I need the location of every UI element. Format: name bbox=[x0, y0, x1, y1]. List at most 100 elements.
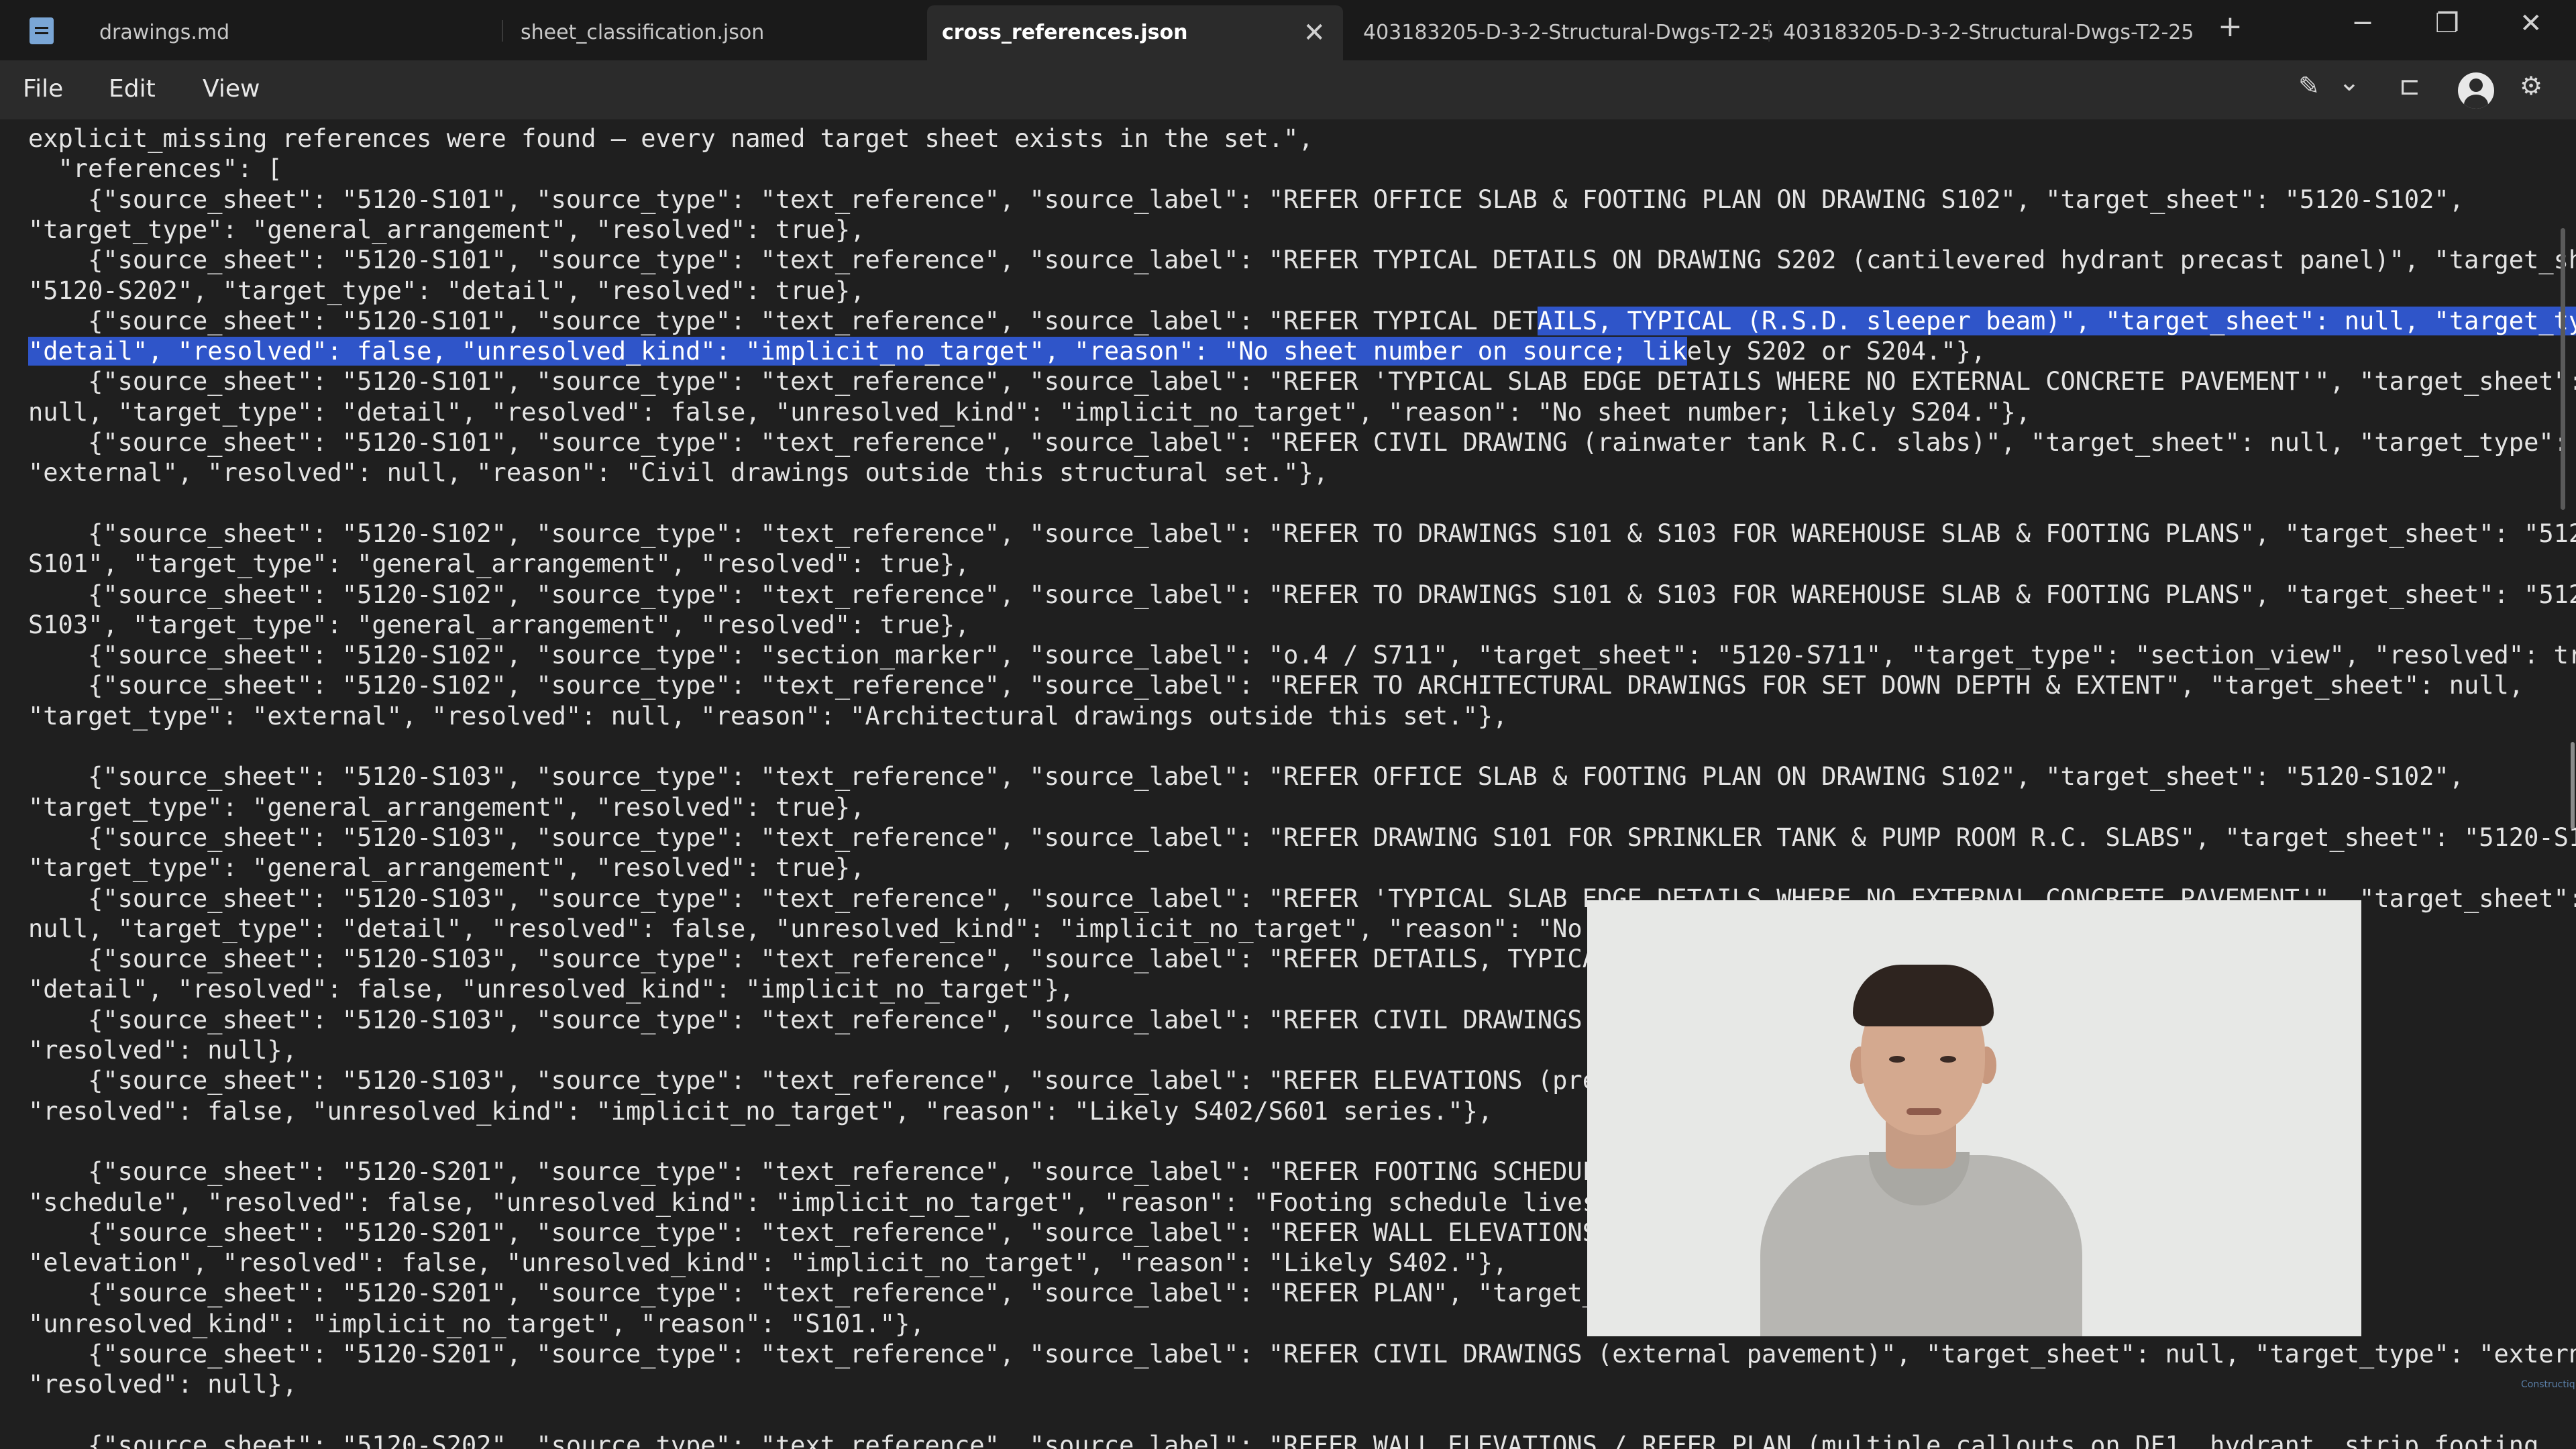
notepad-window: drawings.md sheet_classification.json cr… bbox=[0, 0, 2576, 1449]
code-line[interactable]: {"source_sheet": "5120-S102", "source_ty… bbox=[28, 519, 2576, 549]
code-text: "resolved": false, "unresolved_kind": "i… bbox=[28, 1096, 1493, 1126]
code-text: {"source_sheet": "5120-S103", "source_ty… bbox=[28, 762, 2464, 792]
code-text: "elevation", "resolved": false, "unresol… bbox=[28, 1248, 1508, 1278]
code-text: {"source_sheet": "5120-S201", "source_ty… bbox=[28, 1340, 2576, 1368]
code-line[interactable]: {"source_sheet": "5120-S101", "source_ty… bbox=[28, 366, 2576, 396]
code-text: "resolved": null}, bbox=[28, 1370, 297, 1399]
notepad-icon bbox=[30, 17, 54, 44]
code-text: "5120-S202", "target_type": "detail", "r… bbox=[28, 276, 865, 305]
code-line[interactable]: {"source_sheet": "5120-S101", "source_ty… bbox=[28, 427, 2569, 458]
code-text: "target_type": "external", "resolved": n… bbox=[28, 701, 1508, 731]
code-text: {"source_sheet": "5120-S102", "source_ty… bbox=[28, 641, 2576, 670]
minimize-icon[interactable]: ─ bbox=[2355, 8, 2371, 39]
tab-label: sheet_classification.json bbox=[521, 21, 765, 44]
maximize-icon[interactable]: ❐ bbox=[2435, 8, 2459, 39]
code-text: "target_type": "general_arrangement", "r… bbox=[28, 853, 865, 883]
presenter-mouth bbox=[1907, 1108, 1941, 1115]
tab-structural-dwgs-1[interactable]: 403183205-D-3-2-Structural-Dwgs-T2-25 bbox=[1348, 5, 1774, 60]
tab-cross-references[interactable]: cross_references.json ✕ bbox=[927, 5, 1343, 60]
share-icon[interactable]: ⊏ bbox=[2399, 71, 2420, 101]
menu-edit[interactable]: Edit bbox=[109, 75, 156, 103]
scroll-edge-indicator bbox=[2571, 742, 2575, 829]
pen-icon[interactable]: ✎ bbox=[2298, 71, 2320, 101]
code-line[interactable]: null, "target_type": "detail", "resolved… bbox=[28, 914, 1657, 944]
tab-label: cross_references.json bbox=[942, 21, 1188, 44]
tab-structural-dwgs-2[interactable]: 403183205-D-3-2-Structural-Dwgs-T2-25 bbox=[1768, 5, 2194, 60]
code-text: {"source_sheet": "5120-S102", "source_ty… bbox=[28, 671, 2524, 700]
code-line[interactable]: "target_type": "general_arrangement", "r… bbox=[28, 853, 865, 883]
code-text: {"source_sheet": "5120-S101", "source_ty… bbox=[28, 306, 1538, 335]
menu-bar: File Edit View bbox=[0, 60, 2576, 119]
code-text: "unresolved_kind": "implicit_no_target",… bbox=[28, 1309, 925, 1338]
code-line[interactable]: explicit_missing references were found —… bbox=[28, 123, 1313, 154]
code-line[interactable]: {"source_sheet": "5120-S103", "source_ty… bbox=[28, 822, 2576, 853]
tab-separator bbox=[502, 20, 503, 42]
tab-sheet-classification[interactable]: sheet_classification.json bbox=[506, 5, 922, 60]
selected-text: AILS, TYPICAL (R.S.D. sleeper beam)", "t… bbox=[1537, 306, 2576, 335]
code-text: "references": [ bbox=[28, 154, 282, 184]
code-line[interactable]: "elevation", "resolved": false, "unresol… bbox=[28, 1248, 1507, 1278]
tab-label: 403183205-D-3-2-Structural-Dwgs-T2-25 bbox=[1783, 21, 2194, 44]
code-text: "resolved": null}, bbox=[28, 1036, 297, 1065]
code-text: {"source_sheet": "5120-S101", "source_ty… bbox=[28, 428, 2569, 457]
code-line[interactable]: "detail", "resolved": false, "unresolved… bbox=[28, 336, 1986, 366]
code-line[interactable]: {"source_sheet": "5120-S101", "source_ty… bbox=[28, 245, 2576, 275]
code-line[interactable]: "detail", "resolved": false, "unresolved… bbox=[28, 974, 1074, 1004]
code-line[interactable]: S101", "target_type": "general_arrangeme… bbox=[28, 549, 969, 579]
close-icon[interactable]: ✕ bbox=[1303, 5, 1326, 60]
code-text: {"source_sheet": "5120-S102", "source_ty… bbox=[28, 580, 2576, 609]
code-text: "schedule", "resolved": false, "unresolv… bbox=[28, 1187, 1642, 1217]
code-line[interactable]: "target_type": "general_arrangement", "r… bbox=[28, 215, 865, 245]
code-text: {"source_sheet": "5120-S103", "source_ty… bbox=[28, 822, 2576, 852]
code-text: {"source_sheet": "5120-S101", "source_ty… bbox=[28, 184, 2464, 214]
code-line[interactable]: {"source_sheet": "5120-S201", "source_ty… bbox=[28, 1339, 2576, 1369]
code-text: S101", "target_type": "general_arrangeme… bbox=[28, 549, 970, 579]
code-line[interactable]: "target_type": "external", "resolved": n… bbox=[28, 701, 1507, 731]
tab-label: drawings.md bbox=[99, 21, 230, 44]
code-line[interactable]: {"source_sheet": "5120-S101", "source_ty… bbox=[28, 184, 2464, 215]
presenter-eye bbox=[1889, 1056, 1905, 1063]
code-line[interactable]: {"source_sheet": "5120-S103", "source_ty… bbox=[28, 761, 2464, 792]
code-text: {"source_sheet": "5120-S202", "source_ty… bbox=[28, 1430, 2539, 1449]
chevron-down-icon[interactable]: ⌄ bbox=[2339, 67, 2360, 97]
code-line[interactable]: "target_type": "general_arrangement", "r… bbox=[28, 792, 865, 822]
code-text: S103", "target_type": "general_arrangeme… bbox=[28, 610, 970, 639]
watermark-logo: Constructiq bbox=[2521, 1379, 2575, 1390]
code-line[interactable]: {"source_sheet": "5120-S202", "source_ty… bbox=[28, 1430, 2538, 1449]
code-line[interactable]: "resolved": false, "unresolved_kind": "i… bbox=[28, 1096, 1493, 1126]
code-line[interactable]: S103", "target_type": "general_arrangeme… bbox=[28, 610, 969, 640]
code-line[interactable]: "schedule", "resolved": false, "unresolv… bbox=[28, 1187, 1642, 1218]
menu-file[interactable]: File bbox=[23, 75, 63, 103]
code-line[interactable]: {"source_sheet": "5120-S102", "source_ty… bbox=[28, 670, 2524, 700]
code-line[interactable]: {"source_sheet": "5120-S102", "source_ty… bbox=[28, 580, 2576, 610]
selected-text: "detail", "resolved": false, "unresolved… bbox=[28, 337, 1687, 366]
code-text: {"source_sheet": "5120-S101", "source_ty… bbox=[28, 367, 2576, 396]
code-line[interactable]: null, "target_type": "detail", "resolved… bbox=[28, 397, 2031, 427]
code-line[interactable]: "external", "resolved": null, "reason": … bbox=[28, 458, 1328, 488]
plus-icon[interactable]: + bbox=[2218, 9, 2243, 44]
menu-view[interactable]: View bbox=[203, 75, 260, 103]
code-text: explicit_missing references were found —… bbox=[28, 124, 1313, 153]
code-text: {"source_sheet": "5120-S102", "source_ty… bbox=[28, 519, 2576, 548]
code-line[interactable]: "5120-S202", "target_type": "detail", "r… bbox=[28, 276, 865, 306]
code-text: null, "target_type": "detail", "resolved… bbox=[28, 914, 1658, 943]
tab-drawings-md[interactable]: drawings.md bbox=[85, 5, 487, 60]
code-line[interactable]: "resolved": null}, bbox=[28, 1369, 297, 1399]
code-text: "target_type": "general_arrangement", "r… bbox=[28, 792, 865, 822]
code-line[interactable]: "references": [ bbox=[28, 154, 282, 184]
tab-bar: drawings.md sheet_classification.json cr… bbox=[0, 0, 2576, 60]
presenter-eye bbox=[1940, 1056, 1956, 1063]
code-text: {"source_sheet": "5120-S101", "source_ty… bbox=[28, 246, 2576, 275]
gear-icon[interactable]: ⚙ bbox=[2520, 71, 2542, 101]
close-icon[interactable]: ✕ bbox=[2520, 8, 2542, 39]
webcam-overlay bbox=[1587, 900, 2361, 1336]
code-text: null, "target_type": "detail", "resolved… bbox=[28, 397, 2031, 427]
vertical-scrollbar[interactable] bbox=[2561, 228, 2565, 510]
code-text: "target_type": "general_arrangement", "r… bbox=[28, 215, 865, 244]
tab-label: 403183205-D-3-2-Structural-Dwgs-T2-25 bbox=[1363, 21, 1774, 44]
code-line[interactable]: "resolved": null}, bbox=[28, 1035, 297, 1065]
code-line[interactable]: "unresolved_kind": "implicit_no_target",… bbox=[28, 1309, 925, 1339]
code-line[interactable]: {"source_sheet": "5120-S101", "source_ty… bbox=[28, 306, 2576, 336]
account-icon[interactable] bbox=[2458, 72, 2494, 109]
code-line[interactable]: {"source_sheet": "5120-S102", "source_ty… bbox=[28, 640, 2576, 670]
